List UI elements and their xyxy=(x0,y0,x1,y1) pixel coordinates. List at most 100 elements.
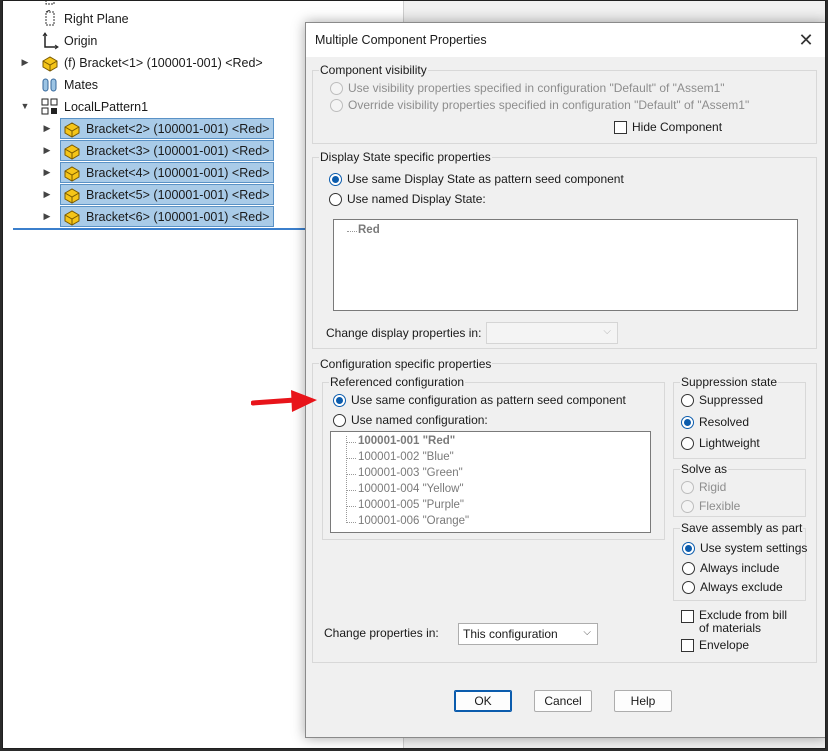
tree-item-pattern[interactable]: LocalLPattern1 xyxy=(41,97,148,117)
expand-icon[interactable]: ▶ xyxy=(42,211,52,222)
tree-item-bracket6[interactable]: Bracket<6> (100001-001) <Red> xyxy=(60,206,275,227)
checkbox-label: Exclude from bill of materials xyxy=(699,609,787,635)
use-visibility-radio[interactable]: Use visibility properties specified in c… xyxy=(330,81,725,95)
expand-icon[interactable]: ▶ xyxy=(42,145,52,156)
chevron-down-icon: ⌵ xyxy=(583,627,591,638)
radio-label: Use named Display State: xyxy=(347,192,486,206)
envelope-checkbox[interactable]: Envelope xyxy=(681,638,749,652)
change-display-combo[interactable]: ⌵ xyxy=(486,322,618,344)
tree-drop-indicator xyxy=(13,228,305,230)
close-icon[interactable]: ✕ xyxy=(796,30,816,50)
change-properties-combo[interactable]: This configuration ⌵ xyxy=(458,623,598,645)
radio-button xyxy=(333,393,346,407)
named-config-radio[interactable]: Use named configuration: xyxy=(333,413,488,427)
tree-connector xyxy=(346,474,356,475)
expand-icon[interactable]: ▶ xyxy=(42,189,52,200)
config-item[interactable]: 100001-004 "Yellow" xyxy=(358,483,464,495)
same-config-radio[interactable]: Use same configuration as pattern seed c… xyxy=(333,393,626,407)
tree-item-label: Right Plane xyxy=(64,12,129,26)
part-icon xyxy=(63,186,81,204)
tree-item-origin[interactable]: Origin xyxy=(41,31,97,51)
change-display-label: Change display properties in: xyxy=(326,326,481,340)
change-properties-label: Change properties in: xyxy=(324,626,439,640)
config-item[interactable]: 100001-001 "Red" xyxy=(358,435,455,447)
tree-item-label: (f) Bracket<1> (100001-001) <Red> xyxy=(64,56,263,70)
checkbox-label: Envelope xyxy=(699,638,750,652)
tree-item-bracket4[interactable]: Bracket<4> (100001-001) <Red> xyxy=(60,162,275,183)
config-item[interactable]: 100001-003 "Green" xyxy=(358,467,463,479)
radio-label: Flexible xyxy=(699,499,741,513)
lightweight-radio[interactable]: Lightweight xyxy=(681,436,760,450)
radio-button xyxy=(329,172,342,186)
tree-item-partial xyxy=(41,1,64,9)
radio-button xyxy=(682,580,695,594)
solve-as-title: Solve as xyxy=(680,462,729,476)
exclude-bom-checkbox[interactable]: Exclude from bill of materials xyxy=(681,609,787,635)
label-text: Change properties in: xyxy=(324,626,439,640)
part-icon xyxy=(63,164,81,182)
tree-item-bracket1[interactable]: (f) Bracket<1> (100001-001) <Red> xyxy=(41,53,263,73)
suppression-title: Suppression state xyxy=(680,375,779,389)
radio-button xyxy=(682,541,695,555)
radio-button xyxy=(681,499,694,513)
always-include-radio[interactable]: Always include xyxy=(682,561,779,575)
label-text: Change display properties in: xyxy=(326,326,482,340)
configuration-title: Configuration specific properties xyxy=(319,357,493,371)
tree-item-label: Origin xyxy=(64,34,98,48)
configuration-list[interactable]: 100001-001 "Red" 100001-002 "Blue" 10000… xyxy=(330,431,651,533)
radio-label: Rigid xyxy=(699,480,727,494)
collapse-icon[interactable]: ▼ xyxy=(20,101,30,111)
tree-item-mates[interactable]: Mates xyxy=(41,75,98,95)
display-state-list[interactable]: Red xyxy=(333,219,798,311)
rigid-radio[interactable]: Rigid xyxy=(681,480,726,494)
radio-label: Use named configuration: xyxy=(351,413,488,427)
tree-connector xyxy=(346,506,356,507)
ok-button[interactable]: OK xyxy=(454,690,512,712)
resolved-radio[interactable]: Resolved xyxy=(681,415,749,429)
part-icon xyxy=(63,120,81,138)
radio-button xyxy=(682,561,695,575)
mates-icon xyxy=(41,76,59,94)
help-button[interactable]: Help xyxy=(614,690,672,712)
radio-button xyxy=(681,436,694,450)
dialog-title: Multiple Component Properties xyxy=(315,33,487,47)
tree-connector xyxy=(346,522,356,523)
display-state-item[interactable]: Red xyxy=(358,224,380,236)
tree-connector xyxy=(346,458,356,459)
origin-icon xyxy=(41,32,59,50)
tree-item-bracket2[interactable]: Bracket<2> (100001-001) <Red> xyxy=(60,118,275,139)
tree-item-bracket3[interactable]: Bracket<3> (100001-001) <Red> xyxy=(60,140,275,161)
red-arrow-annotation xyxy=(251,390,317,412)
radio-label: Override visibility properties specified… xyxy=(348,98,750,112)
use-system-settings-radio[interactable]: Use system settings xyxy=(682,541,807,555)
part-icon xyxy=(63,142,81,160)
radio-label: Always include xyxy=(700,561,780,575)
display-state-title: Display State specific properties xyxy=(319,150,492,164)
always-exclude-radio[interactable]: Always exclude xyxy=(682,580,783,594)
checkbox xyxy=(614,120,627,134)
tree-connector xyxy=(346,490,356,491)
radio-button xyxy=(681,415,694,429)
named-display-state-radio[interactable]: Use named Display State: xyxy=(329,192,486,206)
component-visibility-title: Component visibility xyxy=(319,63,428,77)
expand-icon[interactable]: ▶ xyxy=(42,123,52,134)
same-display-state-radio[interactable]: Use same Display State as pattern seed c… xyxy=(329,172,624,186)
config-item[interactable]: 100001-005 "Purple" xyxy=(358,499,464,511)
expand-icon[interactable]: ▶ xyxy=(42,167,52,178)
config-item[interactable]: 100001-002 "Blue" xyxy=(358,451,454,463)
cancel-button[interactable]: Cancel xyxy=(534,690,592,712)
config-item[interactable]: 100001-006 "Orange" xyxy=(358,515,469,527)
expand-icon[interactable]: ▶ xyxy=(20,57,30,68)
dialog-titlebar[interactable]: Multiple Component Properties ✕ xyxy=(306,23,825,57)
override-visibility-radio[interactable]: Override visibility properties specified… xyxy=(330,98,749,112)
tree-item-bracket5[interactable]: Bracket<5> (100001-001) <Red> xyxy=(60,184,275,205)
radio-label: Use system settings xyxy=(700,541,808,555)
combo-value: This configuration xyxy=(463,627,558,641)
flexible-radio[interactable]: Flexible xyxy=(681,499,740,513)
tree-item-label: Bracket<3> (100001-001) <Red> xyxy=(86,143,270,158)
plane-icon xyxy=(41,9,59,28)
tree-item-label: LocalLPattern1 xyxy=(64,100,149,114)
hide-component-checkbox[interactable]: Hide Component xyxy=(614,120,722,134)
suppressed-radio[interactable]: Suppressed xyxy=(681,393,763,407)
tree-item-right-plane[interactable]: Right Plane xyxy=(41,9,129,29)
